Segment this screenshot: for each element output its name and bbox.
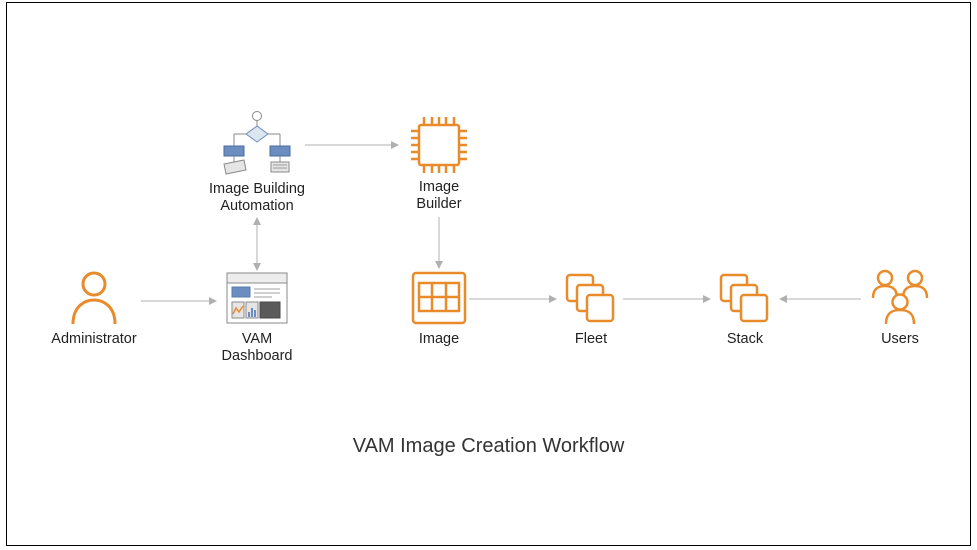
vam-dashboard-label-2: Dashboard (202, 348, 312, 365)
image-builder-label-1: Image (389, 179, 489, 196)
image-builder-chip-icon (389, 115, 489, 175)
arrow-builder-to-image (433, 217, 445, 271)
users-group-icon (855, 267, 945, 327)
diagram-title: VAM Image Creation Workflow (353, 435, 625, 458)
fleet-label: Fleet (551, 331, 631, 348)
diagram-frame: { "title": "VAM Image Creation Workflow"… (6, 2, 971, 546)
node-image-building-automation: Image Building Automation (189, 109, 325, 216)
users-label: Users (855, 331, 945, 348)
arrow-users-to-stack (777, 293, 863, 305)
administrator-label: Administrator (39, 331, 149, 348)
node-stack: Stack (705, 269, 785, 348)
automation-label-1: Image Building (189, 181, 325, 198)
arrow-image-to-fleet (469, 293, 559, 305)
image-builder-label-2: Builder (389, 196, 489, 213)
arrow-admin-to-dashboard (141, 295, 221, 307)
node-vam-dashboard: VAM Dashboard (202, 269, 312, 366)
vam-dashboard-label-1: VAM (202, 331, 312, 348)
stack-icon (705, 269, 785, 327)
node-image-builder: Image Builder (389, 115, 489, 214)
image-grid-icon (399, 269, 479, 327)
arrow-automation-to-builder (305, 139, 401, 151)
image-label: Image (399, 331, 479, 348)
automation-label-2: Automation (189, 198, 325, 215)
stack-label: Stack (705, 331, 785, 348)
node-image: Image (399, 269, 479, 348)
arrow-dashboard-automation-bidirectional (251, 217, 263, 271)
node-fleet: Fleet (551, 269, 631, 348)
arrow-fleet-to-stack (623, 293, 713, 305)
fleet-stack-icon (551, 269, 631, 327)
node-users: Users (855, 267, 945, 348)
administrator-icon (39, 269, 149, 327)
node-administrator: Administrator (39, 269, 149, 348)
